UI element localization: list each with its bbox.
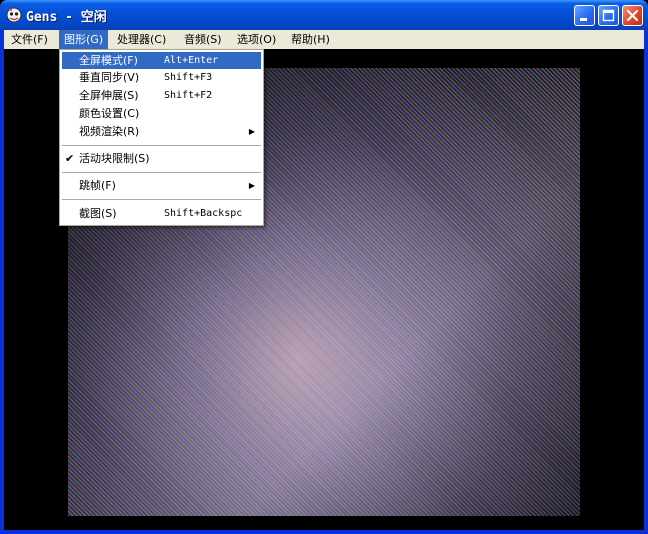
menu-item-shortcut: Shift+F2 — [164, 90, 213, 101]
app-window: Gens - 空闲 文件(F) 图形(G) 处理器(C) 音频(S) 选项(O)… — [0, 0, 648, 534]
menu-item-screenshot[interactable]: 截图(S) Shift+Backspc — [62, 205, 261, 222]
submenu-arrow-icon: ▶ — [248, 181, 255, 190]
menu-help[interactable]: 帮助(H) — [286, 30, 335, 49]
menu-item-label: 垂直同步(V) — [79, 71, 140, 84]
menu-item-frame-skip[interactable]: 跳帧(F) ▶ — [62, 177, 261, 194]
menu-separator — [62, 145, 261, 146]
menu-separator — [62, 199, 261, 200]
menu-item-label: 全屏模式(F) — [79, 54, 138, 67]
menu-item-label: 跳帧(F) — [79, 179, 116, 192]
checkmark-icon: ✔ — [65, 152, 75, 165]
menu-item-label: 活动块限制(S) — [79, 152, 150, 165]
menu-item-shortcut: Alt+Enter — [164, 55, 219, 66]
close-button[interactable] — [622, 5, 643, 26]
submenu-arrow-icon: ▶ — [248, 127, 255, 136]
menu-item-shortcut: Shift+F3 — [164, 72, 213, 83]
menu-options[interactable]: 选项(O) — [232, 30, 281, 49]
title-bar[interactable]: Gens - 空闲 — [0, 0, 648, 30]
minimize-icon — [580, 18, 587, 21]
menu-graphics[interactable]: 图形(G) — [59, 30, 109, 49]
minimize-button[interactable] — [574, 5, 595, 26]
menu-item-label: 颜色设置(C) — [79, 107, 140, 120]
menu-bar: 文件(F) 图形(G) 处理器(C) 音频(S) 选项(O) 帮助(H) — [4, 30, 644, 49]
maximize-icon — [602, 9, 615, 22]
graphics-menu-dropdown: 全屏模式(F) Alt+Enter 垂直同步(V) Shift+F3 全屏伸展(… — [59, 49, 264, 226]
menu-item-video-render[interactable]: 视频渲染(R) ▶ — [62, 123, 261, 140]
menu-item-sprite-limit[interactable]: ✔ 活动块限制(S) — [62, 150, 261, 167]
menu-item-label: 截图(S) — [79, 207, 117, 220]
menu-cpu[interactable]: 处理器(C) — [112, 30, 171, 49]
menu-item-vsync[interactable]: 垂直同步(V) Shift+F3 — [62, 69, 261, 86]
close-icon — [626, 9, 639, 22]
menu-item-shortcut: Shift+Backspc — [164, 208, 243, 219]
gens-app-icon — [6, 7, 22, 23]
maximize-button[interactable] — [598, 5, 619, 26]
menu-item-fullscreen[interactable]: 全屏模式(F) Alt+Enter — [62, 52, 261, 69]
menu-item-label: 全屏伸展(S) — [79, 89, 139, 102]
menu-item-color-settings[interactable]: 颜色设置(C) — [62, 105, 261, 122]
menu-item-label: 视频渲染(R) — [79, 125, 140, 138]
menu-file[interactable]: 文件(F) — [6, 30, 53, 49]
window-title: Gens - 空闲 — [26, 10, 107, 25]
menu-item-stretch[interactable]: 全屏伸展(S) Shift+F2 — [62, 87, 261, 104]
menu-sound[interactable]: 音频(S) — [179, 30, 227, 49]
menu-separator — [62, 172, 261, 173]
